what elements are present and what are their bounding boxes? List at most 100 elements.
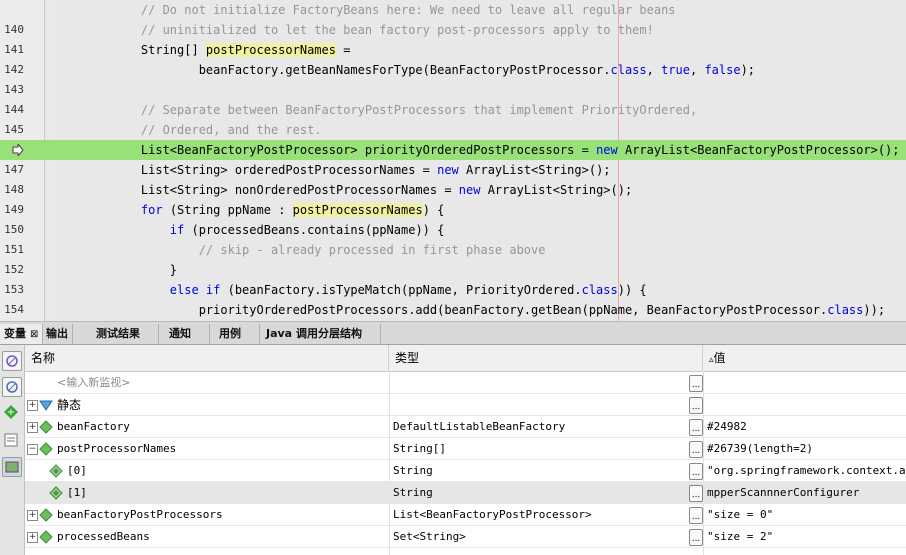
code-line[interactable]: 153 else if (beanFactory.isTypeMatch(ppN…: [0, 280, 906, 300]
table-row[interactable]: + processedBeans Set<String>... "size = 2": [25, 526, 906, 548]
evaluate-button[interactable]: [2, 431, 20, 449]
code-line[interactable]: 151 // skip - already processed in first…: [0, 240, 906, 260]
code-text: for (String ppName : postProcessorNames)…: [112, 200, 444, 220]
value-details-button[interactable]: ...: [689, 507, 703, 524]
tab-usages[interactable]: 用例: [215, 324, 260, 344]
value-details-button[interactable]: ...: [689, 441, 703, 458]
watch-options-button[interactable]: [2, 377, 22, 397]
watch-icon: [6, 355, 18, 367]
new-watch-input[interactable]: <输入新监视>: [57, 372, 385, 394]
code-line[interactable]: 140 // uninitialized to let the bean fac…: [0, 20, 906, 40]
variable-type: DefaultListableBeanFactory: [393, 420, 566, 433]
variable-value[interactable]: [707, 394, 906, 416]
variable-value[interactable]: mpperScannnerConfigurer: [707, 482, 906, 504]
tab-variables[interactable]: 变量 ⊠: [0, 324, 44, 344]
code-line[interactable]: 149 for (String ppName : postProcessorNa…: [0, 200, 906, 220]
column-header-value[interactable]: ▵值: [703, 345, 906, 371]
line-number: 143: [4, 83, 24, 96]
code-line[interactable]: 145 // Ordered, and the rest.: [0, 120, 906, 140]
column-header-type[interactable]: 类型: [389, 345, 703, 371]
variable-type: String: [393, 486, 433, 499]
code-text: // uninitialized to let the bean factory…: [112, 20, 654, 40]
tab-notifications[interactable]: 通知: [165, 324, 210, 344]
code-comment: // skip - already processed in first pha…: [112, 243, 546, 257]
evaluate-icon: [4, 433, 18, 447]
variable-value[interactable]: "size = 0": [707, 504, 906, 526]
expand-icon[interactable]: +: [27, 510, 38, 521]
value-details-button[interactable]: ...: [689, 485, 703, 502]
code-keyword: class: [581, 283, 618, 297]
variable-value[interactable]: #24982: [707, 416, 906, 438]
column-header-name[interactable]: 名称: [25, 345, 389, 371]
code-keyword: true: [661, 63, 690, 77]
table-row[interactable]: [0] String... "org.springframework.context…: [25, 460, 906, 482]
tab-output[interactable]: 输出: [42, 324, 73, 344]
variable-value[interactable]: [707, 372, 906, 394]
variable-value[interactable]: "org.springframework.context.anno: [707, 460, 906, 482]
tab-test-results[interactable]: 测试结果: [92, 324, 159, 344]
tab-label: Java 调用分层结构: [266, 327, 362, 340]
code-token: List<String> nonOrderedPostProcessorName…: [112, 183, 459, 197]
layout-toggle-button[interactable]: [2, 457, 22, 477]
code-line-current[interactable]: List<BeanFactoryPostProcessor> priorityO…: [0, 140, 906, 160]
value-details-button[interactable]: ...: [689, 419, 703, 436]
code-line[interactable]: // Do not initialize FactoryBeans here: …: [0, 0, 906, 20]
table-row[interactable]: + 静态...: [25, 394, 906, 416]
code-text: }: [112, 260, 177, 280]
table-row[interactable]: + beanFactory DefaultListableBeanFactory..…: [25, 416, 906, 438]
line-number: 141: [4, 43, 24, 56]
value-details-button[interactable]: ...: [689, 397, 703, 414]
table-row[interactable]: <输入新监视>...: [25, 372, 906, 394]
code-line[interactable]: 148 List<String> nonOrderedPostProcessor…: [0, 180, 906, 200]
code-comment: // Do not initialize FactoryBeans here: …: [112, 3, 676, 17]
variable-type: [393, 394, 693, 416]
code-text: // skip - already processed in first pha…: [112, 240, 546, 260]
code-token: ));: [863, 303, 886, 317]
code-line[interactable]: 142 beanFactory.getBeanNamesForType(Bean…: [0, 60, 906, 80]
code-line[interactable]: 150 if (processedBeans.contains(ppName))…: [0, 220, 906, 240]
value-details-button[interactable]: ...: [689, 529, 703, 546]
line-number: 144: [4, 103, 24, 116]
code-line[interactable]: 144 // Separate between BeanFactoryPostP…: [0, 100, 906, 120]
code-token: ArrayList<BeanFactoryPostProcessor>();: [617, 143, 900, 157]
variable-type: String[]: [393, 442, 446, 455]
code-token: )) {: [617, 283, 647, 297]
code-line[interactable]: 141 String[] postProcessorNames =: [0, 40, 906, 60]
variable-value[interactable]: "size = 2": [707, 526, 906, 548]
expand-icon[interactable]: +: [27, 400, 38, 411]
code-token: priorityOrderedPostProcessors.add(beanFa…: [112, 303, 828, 317]
collapse-icon[interactable]: −: [27, 444, 38, 455]
code-editor[interactable]: // Do not initialize FactoryBeans here: …: [0, 0, 906, 321]
value-details-button[interactable]: ...: [689, 375, 703, 392]
table-row[interactable]: − postProcessorNames String[]... #26739(len…: [25, 438, 906, 460]
table-row[interactable]: + beanFactoryPostProcessors List<BeanFacto…: [25, 504, 906, 526]
expand-icon[interactable]: +: [27, 422, 38, 433]
close-icon[interactable]: ⊠: [30, 329, 38, 340]
watch-toggle-button[interactable]: [2, 351, 22, 371]
variable-value[interactable]: #26739(length=2): [707, 438, 906, 460]
code-line[interactable]: 147 List<String> orderedPostProcessorNam…: [0, 160, 906, 180]
add-watch-button[interactable]: +: [2, 403, 20, 421]
code-keyword: if: [169, 223, 185, 237]
expand-icon[interactable]: +: [27, 532, 38, 543]
element-icon: [49, 464, 63, 478]
variable-name: [1]: [67, 486, 87, 499]
code-line[interactable]: 152 }: [0, 260, 906, 280]
code-text: // Do not initialize FactoryBeans here: …: [112, 0, 676, 20]
code-line[interactable]: 154 priorityOrderedPostProcessors.add(be…: [0, 300, 906, 320]
code-token: ,: [689, 63, 705, 77]
line-number: 149: [4, 203, 24, 216]
code-token: ) {: [422, 203, 445, 217]
tab-call-hierarchy[interactable]: Java 调用分层结构: [262, 324, 381, 344]
code-token: }: [112, 263, 178, 277]
svg-text:+: +: [7, 407, 15, 418]
add-watch-icon: +: [4, 405, 18, 419]
code-token: (processedBeans.contains(ppName)) {: [184, 223, 445, 237]
table-row[interactable]: [1] String... mpperScannnerConfigurer: [25, 482, 906, 504]
variable-type: String: [393, 464, 433, 477]
code-line[interactable]: 143: [0, 80, 906, 100]
code-highlight: postProcessorNames: [205, 43, 336, 57]
code-keyword: class: [827, 303, 864, 317]
variable-name: beanFactory: [57, 420, 130, 433]
value-details-button[interactable]: ...: [689, 463, 703, 480]
